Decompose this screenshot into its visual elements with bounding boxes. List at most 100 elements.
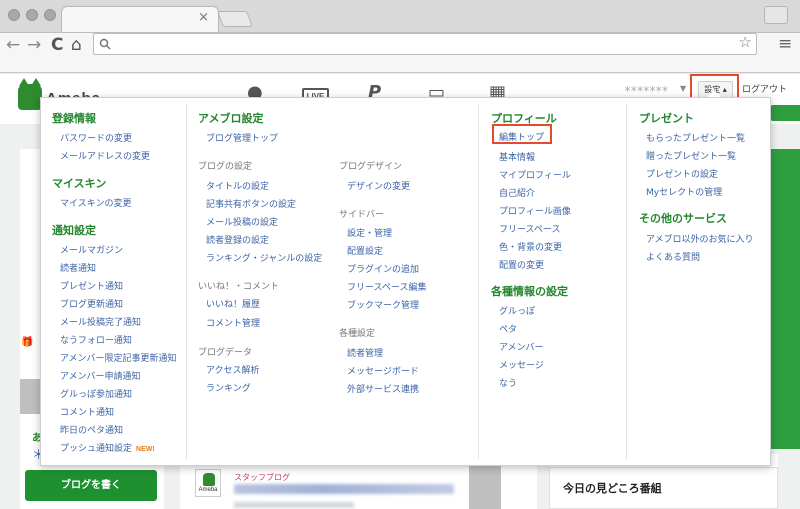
menu-link-sidebar-manage[interactable]: 設定・管理 [347, 226, 392, 239]
search-icon [99, 38, 111, 50]
browser-tab[interactable]: × [61, 6, 219, 33]
close-tab-icon[interactable]: × [198, 10, 209, 25]
section-present: プレゼント [639, 112, 694, 125]
bookmark-star-icon[interactable]: ☆ [739, 33, 752, 51]
menu-link-profile-image[interactable]: プロフィール画像 [499, 204, 571, 217]
menu-link-blog-admin-top[interactable]: ブログ管理トップ [206, 131, 278, 144]
section-myskin: マイスキン [52, 177, 107, 190]
menu-link-reader-settings[interactable]: 読者登録の設定 [206, 233, 269, 246]
menu-link-mail-magazine[interactable]: メールマガジン [60, 243, 123, 256]
menu-link-mail-post-notify[interactable]: メール投稿完了通知 [60, 315, 141, 328]
menu-link-amember-article-notify[interactable]: アメンバー限定記事更新通知 [60, 351, 177, 364]
menu-link-sent-presents[interactable]: 贈ったプレゼント一覧 [646, 149, 736, 162]
staff-blog-avatar[interactable]: Ameba [195, 469, 221, 497]
subsection-blog-design: ブログデザイン [339, 162, 403, 172]
menu-link-design-change[interactable]: デザインの変更 [347, 179, 410, 192]
logout-link[interactable]: ログアウト [742, 82, 787, 95]
menu-link-bookmark-manage[interactable]: ブックマーク管理 [347, 298, 419, 311]
ameba-mini-icon [203, 473, 215, 486]
menu-link-password[interactable]: パスワードの変更 [60, 131, 132, 144]
forward-icon[interactable]: → [27, 35, 41, 55]
back-icon[interactable]: ← [6, 35, 20, 55]
write-blog-button[interactable]: ブログを書く [25, 470, 157, 501]
menu-link-basic-info[interactable]: 基本情報 [499, 150, 535, 163]
menu-link-ranking-genre[interactable]: ランキング・ジャンルの設定 [206, 251, 322, 264]
new-tab-button[interactable] [217, 11, 253, 27]
menu-link-like-history[interactable]: いいね！履歴 [206, 297, 260, 310]
menu-link-layout-settings[interactable]: 配置設定 [347, 244, 383, 257]
subsection-blog-data: ブログデータ [198, 348, 253, 358]
menu-link-present-settings[interactable]: プレゼントの設定 [646, 167, 718, 180]
menu-link-external-services[interactable]: 外部サービス連携 [347, 382, 419, 395]
menu-link-access-analysis[interactable]: アクセス解析 [206, 363, 260, 376]
ameba-logo-icon[interactable] [18, 78, 42, 110]
browser-menu-icon[interactable]: ≡ [778, 34, 792, 54]
menu-link-share-button[interactable]: 記事共有ボタンの設定 [206, 197, 296, 210]
menu-link-title-settings[interactable]: タイトルの設定 [206, 179, 269, 192]
subsection-blog-settings: ブログの設定 [198, 162, 253, 172]
user-name[interactable]: ******* [624, 84, 669, 98]
section-ameblo-settings: アメブロ設定 [198, 112, 264, 125]
push-notify-label: プッシュ通知設定 [60, 444, 133, 454]
minimize-window-icon[interactable] [26, 9, 38, 21]
close-window-icon[interactable] [8, 9, 20, 21]
staff-blog-title[interactable]: スタッフブログ [234, 472, 290, 483]
menu-link-other-favorites[interactable]: アメブロ以外のお気に入り [646, 232, 754, 245]
menu-link-self-intro[interactable]: 自己紹介 [499, 186, 535, 199]
menu-link-add-plugin[interactable]: プラグインの追加 [347, 262, 419, 275]
menu-link-comment-notify[interactable]: コメント通知 [60, 405, 114, 418]
right-green-strip [770, 149, 800, 449]
menu-link-received-presents[interactable]: もらったプレゼント一覧 [646, 131, 745, 144]
menu-link-follow-notify[interactable]: なうフォロー通知 [60, 333, 132, 346]
menu-link-present-notify[interactable]: プレゼント通知 [60, 279, 123, 292]
new-badge: NEW! [136, 446, 155, 453]
column-divider [186, 104, 187, 459]
maximize-window-icon[interactable] [44, 9, 56, 21]
subsection-likes-comments: いいね！・コメント [198, 282, 280, 292]
today-highlights-title: 今日の見どころ番組 [563, 482, 662, 495]
menu-link-email[interactable]: メールアドレスの変更 [60, 149, 150, 162]
menu-link-freespace-edit[interactable]: フリースペース編集 [347, 280, 426, 293]
menu-link-reader-manage[interactable]: 読者管理 [347, 346, 383, 359]
staff-blog-meta-blurred [234, 502, 354, 508]
menu-link-faq[interactable]: よくある質問 [646, 250, 700, 263]
menu-link-group-notify[interactable]: グルっぽ参加通知 [60, 387, 132, 400]
menu-link-myskin[interactable]: マイスキンの変更 [60, 196, 131, 209]
menu-link-layout-change[interactable]: 配置の変更 [499, 258, 544, 271]
subsection-misc-settings: 各種設定 [339, 329, 376, 339]
menu-link-edit-top[interactable]: 編集トップ [499, 130, 544, 143]
subsection-sidebar: サイドバー [339, 210, 385, 220]
menu-link-reader-notify[interactable]: 読者通知 [60, 261, 96, 274]
menu-link-amember-request-notify[interactable]: アメンバー申請通知 [60, 369, 141, 382]
menu-link-freespace[interactable]: フリースペース [499, 222, 560, 235]
menu-link-mail-post-settings[interactable]: メール投稿の設定 [206, 215, 278, 228]
section-various-info: 各種情報の設定 [491, 285, 568, 298]
reload-icon[interactable]: C [51, 35, 63, 55]
column-divider [478, 104, 479, 459]
menu-link-peta-notify[interactable]: 昨日のペタ通知 [60, 423, 123, 436]
menu-link-my-profile[interactable]: マイプロフィール [499, 168, 571, 181]
menu-link-blog-update-notify[interactable]: ブログ更新通知 [60, 297, 123, 310]
dropdown-caret [707, 90, 721, 97]
menu-link-peta[interactable]: ペタ [499, 322, 517, 335]
menu-link-color-background[interactable]: 色・背景の変更 [499, 240, 562, 253]
staff-badge-caption: Ameba [198, 487, 218, 493]
staff-blog-entry-blurred[interactable] [234, 484, 454, 494]
menu-link-myselect-manage[interactable]: Myセレクトの管理 [646, 185, 722, 198]
menu-link-amember[interactable]: アメンバー [499, 340, 544, 353]
menu-link-message-board[interactable]: メッセージボード [347, 364, 419, 377]
gift-icon: 🎁 [21, 337, 34, 348]
header-green-tab[interactable] [770, 105, 800, 121]
browser-toolbar: ← → C ⌂ ☆ ≡ [0, 32, 800, 73]
menu-link-message[interactable]: メッセージ [499, 358, 544, 371]
menu-link-now[interactable]: なう [499, 376, 517, 389]
home-icon[interactable]: ⌂ [71, 35, 82, 55]
menu-link-gurupo[interactable]: グルっぽ [499, 304, 535, 317]
user-dropdown-icon[interactable]: ▼ [680, 84, 686, 93]
menu-link-ranking[interactable]: ランキング [206, 381, 251, 394]
menu-link-push-notify[interactable]: プッシュ通知設定 NEW! [60, 441, 155, 454]
browser-titlebar: × [0, 0, 800, 33]
address-bar[interactable]: ☆ [93, 33, 757, 55]
menu-link-comment-admin[interactable]: コメント管理 [206, 316, 260, 329]
window-control-button[interactable] [764, 6, 788, 24]
